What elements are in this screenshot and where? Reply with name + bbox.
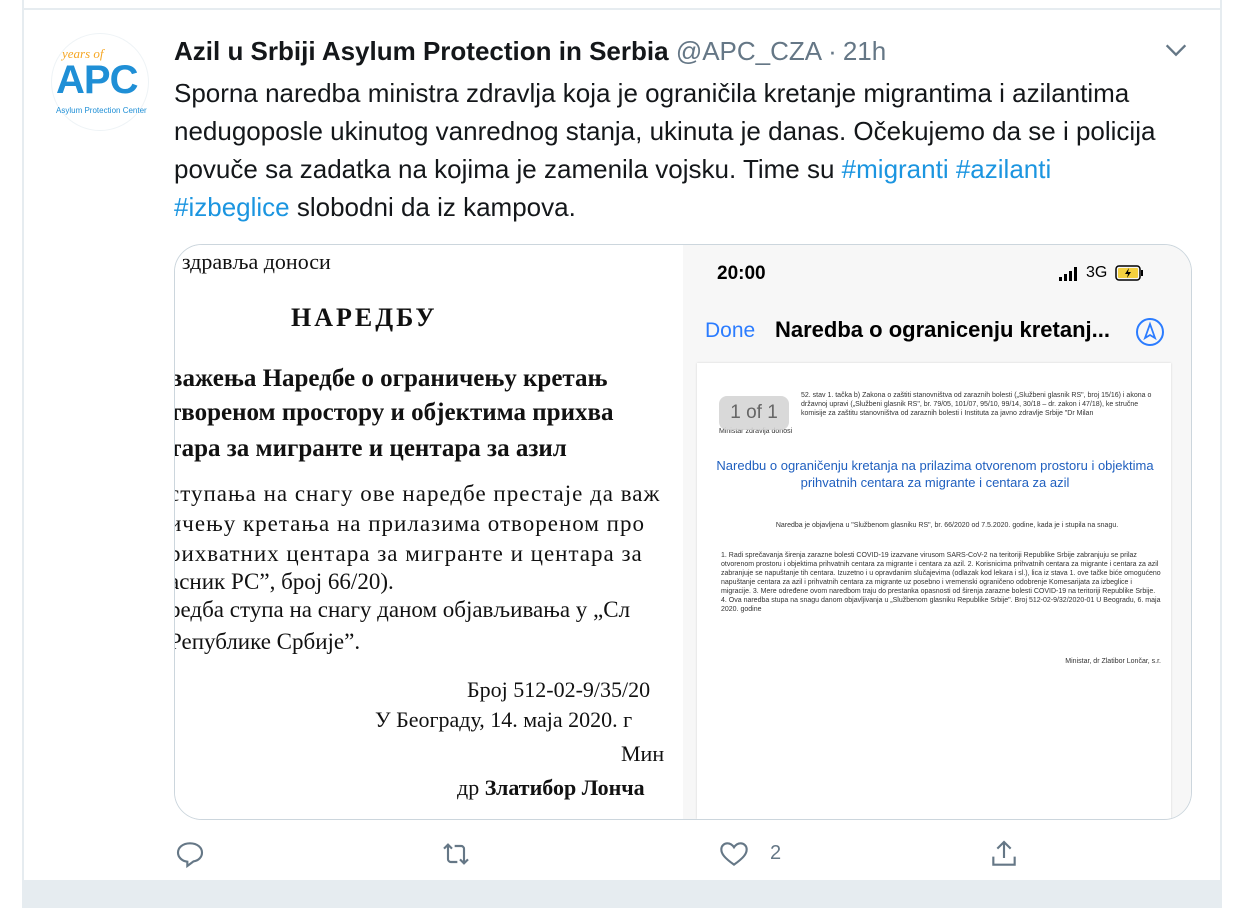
doc-line: Мин xyxy=(621,741,665,766)
page-title: Naredbu o ograničenju kretanja na prilaz… xyxy=(716,458,1154,490)
separator-dot: · xyxy=(828,36,837,66)
done-button[interactable]: Done xyxy=(705,319,755,343)
hashtag-link[interactable]: #izbeglice xyxy=(174,192,290,222)
doc-line: Републике Србије”. xyxy=(175,629,361,654)
doc-line: важења Наредбе о ограничењу кретањ xyxy=(175,365,608,392)
page-published-note: Naredba je objavljena u "Službenom glasn… xyxy=(775,522,1119,529)
page-signature: Ministar, dr Zlatibor Lončar, s.r. xyxy=(1065,658,1161,665)
battery-charging-icon xyxy=(1115,265,1143,281)
tweet-text-part2: slobodni da iz kampova. xyxy=(289,192,576,222)
doc-signature-name: Златибор Лонча xyxy=(484,775,645,800)
reply-icon[interactable] xyxy=(174,838,206,870)
network-type: 3G xyxy=(1086,264,1108,281)
doc-line: редба ступа на снагу даном објављивања у… xyxy=(175,597,631,622)
retweet-icon[interactable] xyxy=(440,838,472,870)
timeline-gap xyxy=(22,880,1222,908)
avatar-logo: APC xyxy=(56,58,138,102)
doc-line: асник РС”, број 66/20). xyxy=(175,569,394,594)
document-scan-left: › здравља доноси НАРЕДБУ важења Наредбе … xyxy=(175,245,683,819)
author-handle[interactable]: @APC_CZA xyxy=(676,36,822,66)
author-name[interactable]: Azil u Srbiji Asylum Protection in Serbi… xyxy=(174,36,669,66)
tweet-time[interactable]: 21h xyxy=(843,36,886,66)
divider xyxy=(22,8,1222,10)
signal-icon xyxy=(1059,267,1077,281)
markup-pen-icon[interactable] xyxy=(1135,317,1165,347)
media-image[interactable]: › здравља доноси НАРЕДБУ важења Наредбе … xyxy=(174,244,1192,820)
doc-line: тара за мигранте и центара за азил xyxy=(175,435,567,462)
doc-signature-prefix: др xyxy=(457,775,485,800)
document-title: Naredba o ogranicenju kretanj... xyxy=(775,317,1110,342)
chevron-down-icon[interactable] xyxy=(1162,36,1190,64)
status-time: 20:00 xyxy=(717,263,766,284)
phone-screenshot: 20:00 3G Done Naredba o ogranicenju kret… xyxy=(683,245,1191,819)
doc-line: Број 512-02-9/35/20 xyxy=(467,677,651,702)
doc-signature-line: др Златибор Лонча xyxy=(457,775,645,801)
share-icon[interactable] xyxy=(988,838,1020,870)
tweet-actions: 2 xyxy=(174,838,1190,874)
page-intro-text: 52. stav 1. tačka b) Zakona o zaštiti st… xyxy=(801,392,1152,417)
doc-line: › здравља доноси xyxy=(175,249,331,274)
avatar-subtitle: Asylum Protection Center xyxy=(56,106,147,115)
tweet-text: Sporna naredba ministra zdravlja koja je… xyxy=(174,74,1174,226)
page-count-badge: 1 of 1 xyxy=(719,396,789,430)
doc-heading: НАРЕДБУ xyxy=(291,303,438,332)
pdf-page: 52. stav 1. tačka b) Zakona o zaštiti st… xyxy=(697,363,1171,819)
avatar[interactable]: years of APC Asylum Protection Center xyxy=(52,34,148,130)
heart-icon[interactable] xyxy=(718,838,750,870)
doc-line: У Београду, 14. маја 2020. г xyxy=(375,707,633,732)
doc-line: твореном простору и објектима прихва xyxy=(175,399,614,426)
tweet-header: Azil u Srbiji Asylum Protection in Serbi… xyxy=(174,34,886,68)
doc-line: рихватних центара за мигранте и центара … xyxy=(175,541,643,566)
doc-line: ичењу кретања на прилазима отвореном про xyxy=(175,511,645,536)
doc-line: ступања на снагу ове наредбе престаје да… xyxy=(175,481,661,506)
hashtag-link[interactable]: #azilanti xyxy=(956,154,1051,184)
like-count: 2 xyxy=(770,842,782,864)
hashtag-link[interactable]: #migranti xyxy=(842,154,949,184)
page-body: 1. Radi sprečavanja širenja zarazne bole… xyxy=(721,552,1161,613)
